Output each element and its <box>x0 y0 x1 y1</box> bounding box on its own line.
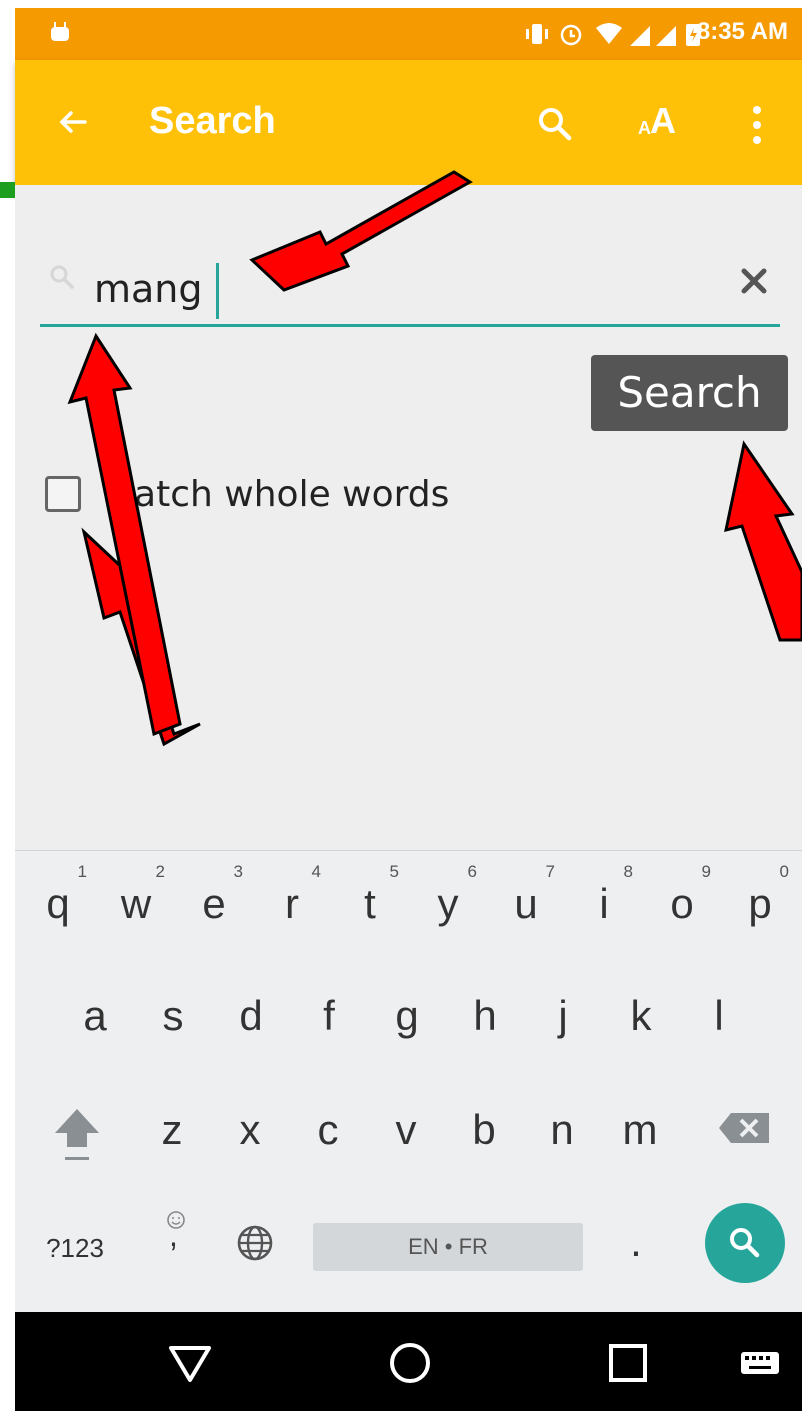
key-number-hint: 6 <box>467 862 477 881</box>
key-s[interactable]: s <box>138 971 208 1061</box>
key-h[interactable]: h <box>450 971 520 1061</box>
signal-icon <box>656 26 676 46</box>
wifi-icon <box>596 23 622 44</box>
key-number-hint: 0 <box>779 862 789 881</box>
key-y[interactable]: 6y <box>413 859 483 949</box>
period-key[interactable]: . <box>611 1197 661 1287</box>
key-m[interactable]: m <box>605 1085 675 1175</box>
text-cursor <box>216 263 219 319</box>
key-number-hint: 3 <box>233 862 243 881</box>
key-r[interactable]: 4r <box>257 859 327 949</box>
navigation-bar <box>15 1312 802 1411</box>
search-icon[interactable] <box>535 104 575 144</box>
shift-icon[interactable] <box>45 1085 109 1175</box>
vibrate-icon <box>526 24 548 44</box>
symbols-key[interactable]: ?123 <box>35 1203 115 1293</box>
globe-icon[interactable] <box>225 1203 285 1283</box>
key-number-hint: 7 <box>545 862 555 881</box>
key-label: t <box>364 880 376 927</box>
annotation-arrow-icon <box>724 440 802 642</box>
status-time: 8:35 AM <box>696 18 788 45</box>
backspace-icon[interactable] <box>715 1085 775 1175</box>
key-v[interactable]: v <box>371 1085 441 1175</box>
key-number-hint: 2 <box>155 862 165 881</box>
key-number-hint: 4 <box>311 862 321 881</box>
annotation-arrow-icon <box>67 332 201 747</box>
key-number-hint: 1 <box>77 862 87 881</box>
key-x[interactable]: x <box>215 1085 285 1175</box>
status-bar: 8:35 AM <box>15 8 802 60</box>
key-c[interactable]: c <box>293 1085 363 1175</box>
key-q[interactable]: 1q <box>23 859 93 949</box>
key-label: i <box>599 880 609 927</box>
key-w[interactable]: 2w <box>101 859 171 949</box>
key-label: r <box>285 880 299 927</box>
font-size-big-glyph: A <box>650 100 676 141</box>
key-n[interactable]: n <box>527 1085 597 1175</box>
key-a[interactable]: a <box>60 971 130 1061</box>
keyboard-switch-icon[interactable] <box>735 1338 785 1388</box>
key-label: o <box>670 880 694 927</box>
key-number-hint: 8 <box>623 862 633 881</box>
soft-keyboard: 1q2w3e4r5t6y7u8i9o0p asdfghjkl zxcvbnm ?… <box>15 850 802 1312</box>
key-label: y <box>437 880 459 927</box>
alarm-icon <box>560 24 582 46</box>
key-o[interactable]: 9o <box>647 859 717 949</box>
annotation-arrow-icon <box>249 170 473 292</box>
arrow-left-icon[interactable] <box>53 102 93 142</box>
key-u[interactable]: 7u <box>491 859 561 949</box>
key-i[interactable]: 8i <box>569 859 639 949</box>
key-e[interactable]: 3e <box>179 859 249 949</box>
key-label: e <box>202 880 226 927</box>
home-circle-icon[interactable] <box>385 1338 435 1388</box>
comma-label: , <box>169 1217 178 1253</box>
search-enter-key[interactable] <box>705 1203 785 1283</box>
search-button[interactable]: Search <box>591 355 788 431</box>
edge-accent-strip <box>0 182 15 198</box>
close-icon[interactable] <box>738 265 770 297</box>
key-number-hint: 9 <box>701 862 711 881</box>
signal-icon <box>630 26 650 46</box>
key-l[interactable]: l <box>684 971 754 1061</box>
key-f[interactable]: f <box>294 971 364 1061</box>
emoji-comma-key[interactable]: , <box>151 1195 201 1285</box>
key-label: u <box>514 880 538 927</box>
search-icon <box>50 265 74 289</box>
more-vert-icon[interactable] <box>745 100 769 150</box>
search-icon <box>730 1228 760 1258</box>
key-p[interactable]: 0p <box>725 859 795 949</box>
back-triangle-icon[interactable] <box>165 1338 215 1388</box>
key-label: p <box>748 880 772 927</box>
key-number-hint: 5 <box>389 862 399 881</box>
key-b[interactable]: b <box>449 1085 519 1175</box>
font-size-icon[interactable]: A A <box>632 100 692 146</box>
recents-square-icon[interactable] <box>603 1338 653 1388</box>
status-icons <box>526 23 700 46</box>
key-k[interactable]: k <box>606 971 676 1061</box>
page-title: Search <box>149 100 276 142</box>
key-label: w <box>120 880 152 927</box>
key-j[interactable]: j <box>528 971 598 1061</box>
key-g[interactable]: g <box>372 971 442 1061</box>
key-z[interactable]: z <box>137 1085 207 1175</box>
space-key[interactable]: EN • FR <box>313 1223 583 1271</box>
key-t[interactable]: 5t <box>335 859 405 949</box>
key-d[interactable]: d <box>216 971 286 1061</box>
android-debug-icon <box>51 22 69 41</box>
key-label: q <box>46 880 70 927</box>
